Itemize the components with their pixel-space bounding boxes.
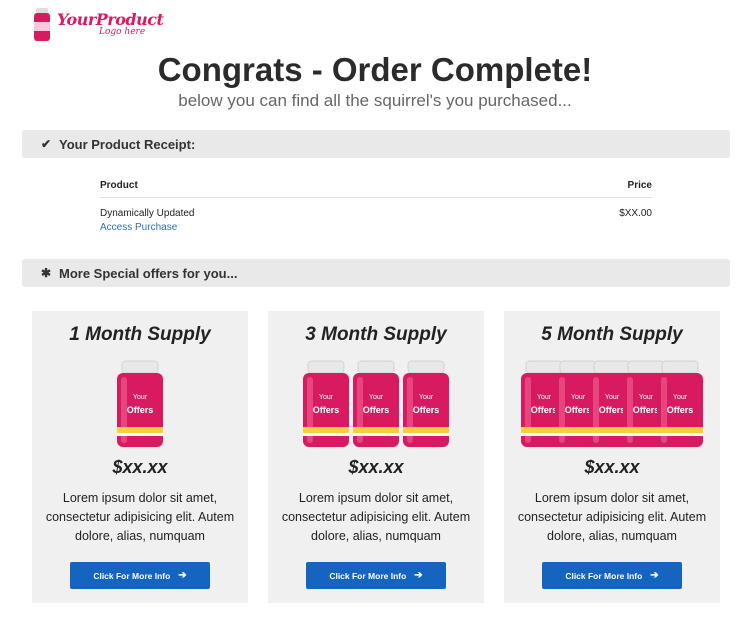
column-header-product: Product [100, 180, 138, 191]
product-logo: YourProduct Logo here [33, 6, 164, 46]
more-info-button-label: Click For More Info [93, 570, 171, 581]
page-subtitle: below you can find all the squirrel's yo… [178, 91, 572, 110]
offer-title: 3 Month Supply [305, 324, 447, 345]
product-bottle: Your Offers [657, 360, 703, 447]
svg-text:Your: Your [537, 394, 552, 401]
check-icon: ✔ [40, 137, 52, 151]
svg-text:Offers: Offers [531, 405, 558, 415]
svg-text:Your: Your [419, 394, 434, 401]
bottle-icon [34, 8, 50, 41]
svg-text:Your: Your [571, 394, 586, 401]
product-bottles-image: Your Offers [117, 360, 163, 447]
column-header-price: Price [627, 180, 652, 191]
more-info-button[interactable]: Click For More Info ➔ [542, 562, 682, 589]
offers-section-label: More Special offers for you... [59, 265, 238, 281]
offer-description: Lorem ipsum dolor sit amet, consectetur … [45, 491, 235, 543]
svg-text:Your: Your [639, 394, 654, 401]
product-price: $XX.00 [619, 208, 652, 219]
product-bottle: Your Offers [117, 360, 163, 447]
receipt-section-label: Your Product Receipt: [59, 136, 196, 152]
offer-price: $xx.xx [112, 457, 168, 477]
product-bottles-image: Your Offers Your Offers Your Offers Your Offers… [521, 360, 703, 447]
logo-subtext: Logo here [99, 27, 146, 37]
access-purchase-link[interactable]: Access Purchase [100, 222, 195, 233]
more-info-button-label: Click For More Info [329, 570, 407, 581]
page-title: Congrats - Order Complete! [157, 51, 593, 88]
product-bottle: Your Offers [403, 360, 449, 447]
more-info-button-label: Click For More Info [565, 570, 643, 581]
offer-title: 5 Month Supply [541, 324, 683, 345]
product-bottle: Your Offers [353, 360, 399, 447]
svg-text:Offers: Offers [667, 405, 694, 415]
svg-text:Offers: Offers [599, 405, 626, 415]
svg-text:Your: Your [133, 394, 148, 401]
offer-card-3-month: 3 Month Supply Your Offers Your Offers Your O… [268, 311, 484, 603]
more-info-button[interactable]: Click For More Info ➔ [306, 562, 446, 589]
table-row: Dynamically Updated Access Purchase $XX.… [100, 198, 652, 233]
product-bottles-image: Your Offers Your Offers Your Offers [303, 360, 449, 447]
svg-text:Your: Your [369, 394, 384, 401]
svg-text:Offers: Offers [127, 405, 154, 415]
arrow-right-icon: ➔ [414, 570, 423, 581]
product-bottle: Your Offers [303, 360, 349, 447]
offer-price: $xx.xx [348, 457, 404, 477]
svg-text:Your: Your [319, 394, 334, 401]
svg-text:Offers: Offers [363, 405, 390, 415]
offer-card-1-month: 1 Month Supply Your Offers $xx.xx Lorem i… [32, 311, 248, 603]
receipt-table: Product Price Dynamically Updated Access… [100, 180, 652, 233]
svg-text:Offers: Offers [413, 405, 440, 415]
offer-card-5-month: 5 Month Supply Your Offers Your Offers Your O… [504, 311, 720, 603]
svg-text:Offers: Offers [565, 405, 592, 415]
receipt-header-row: Product Price [100, 180, 652, 198]
arrow-right-icon: ➔ [650, 570, 659, 581]
offer-description: Lorem ipsum dolor sit amet, consectetur … [281, 491, 471, 543]
svg-text:Your: Your [605, 394, 620, 401]
offers-section-header: ✱ More Special offers for you... [22, 259, 730, 287]
offer-price: $xx.xx [584, 457, 640, 477]
offer-description: Lorem ipsum dolor sit amet, consectetur … [517, 491, 707, 543]
receipt-section-header: ✔ Your Product Receipt: [22, 130, 730, 158]
asterisk-icon: ✱ [40, 266, 52, 280]
svg-text:Your: Your [673, 394, 688, 401]
svg-text:Offers: Offers [313, 405, 340, 415]
svg-text:Offers: Offers [633, 405, 660, 415]
product-name: Dynamically Updated [100, 208, 195, 219]
arrow-right-icon: ➔ [178, 570, 187, 581]
offer-title: 1 Month Supply [69, 324, 211, 345]
more-info-button[interactable]: Click For More Info ➔ [70, 562, 210, 589]
